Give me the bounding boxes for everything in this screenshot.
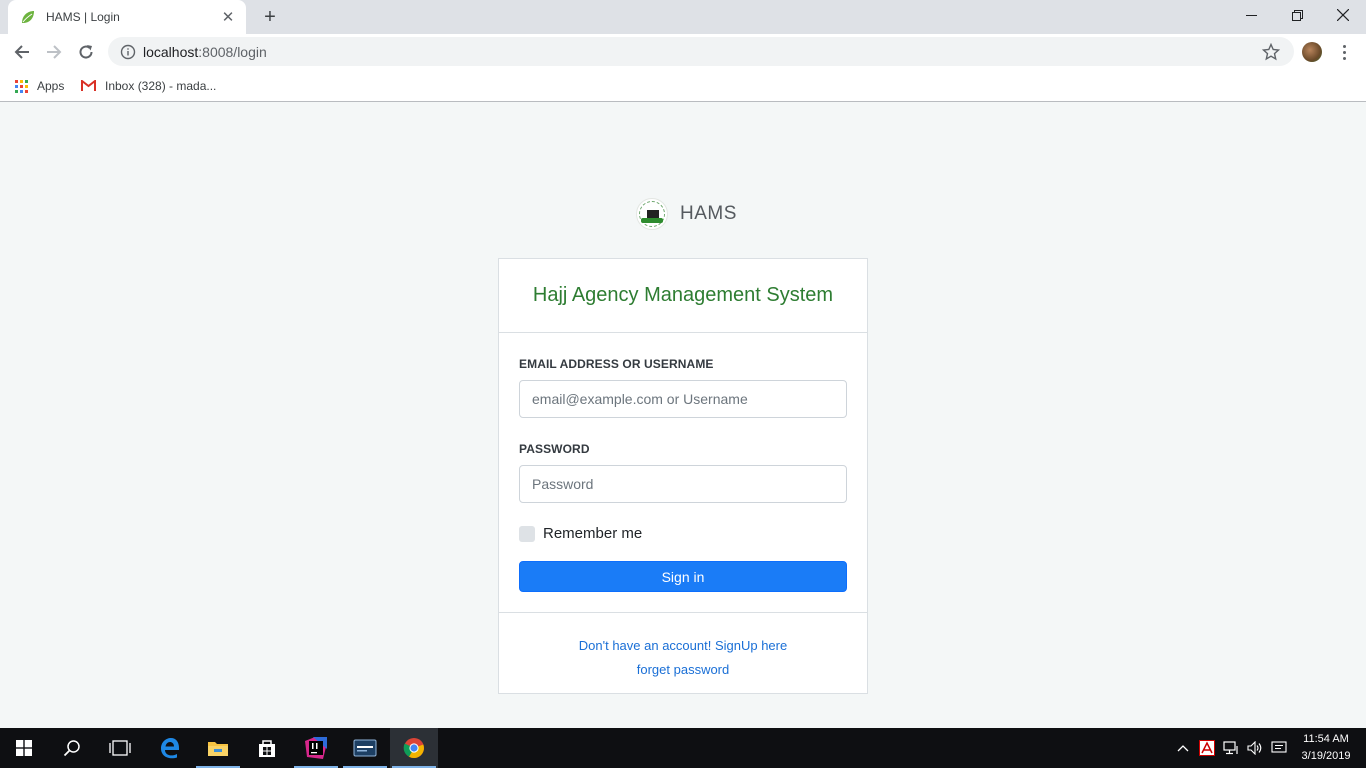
browser-toolbar: localhost:8008/login <box>0 34 1366 70</box>
password-label: PASSWORD <box>519 442 590 456</box>
edge-browser-icon[interactable] <box>146 728 194 768</box>
remember-me-checkbox[interactable]: Remember me <box>519 525 642 542</box>
profile-avatar[interactable] <box>1302 42 1322 62</box>
taskbar: 11:54 AM 3/19/2019 <box>0 728 1366 768</box>
new-tab-button[interactable]: + <box>258 6 282 28</box>
password-input[interactable] <box>519 465 847 503</box>
network-icon[interactable] <box>1222 728 1240 768</box>
gmail-icon <box>81 80 96 92</box>
tab-strip: HAMS | Login ✕ + <box>0 0 1366 34</box>
reload-icon[interactable] <box>72 38 100 66</box>
chevron-up-icon[interactable] <box>1174 728 1192 768</box>
browser-tab[interactable]: HAMS | Login ✕ <box>8 0 246 34</box>
mysql-workbench-icon[interactable] <box>341 728 389 768</box>
bookmark-label: Inbox (328) - mada... <box>105 79 217 93</box>
tab-title: HAMS | Login <box>46 10 120 24</box>
clock-date: 3/19/2019 <box>1301 750 1351 762</box>
card-header: Hajj Agency Management System <box>499 259 867 333</box>
email-label: EMAIL ADDRESS OR USERNAME <box>519 357 714 371</box>
apps-grid-icon <box>15 79 28 93</box>
close-window-icon[interactable] <box>1320 0 1366 30</box>
bookmark-inbox[interactable]: Inbox (328) - mada... <box>81 76 216 96</box>
forgot-password-link[interactable]: forget password <box>499 658 867 682</box>
email-input[interactable] <box>519 380 847 418</box>
forward-arrow-icon[interactable] <box>40 38 68 66</box>
card-footer: Don't have an account! SignUp here forge… <box>499 613 867 682</box>
bookmark-label: Apps <box>37 79 65 93</box>
menu-dots-icon[interactable] <box>1336 40 1352 64</box>
brand-name: HAMS <box>680 203 737 224</box>
system-clock[interactable]: 11:54 AM 3/19/2019 <box>1290 731 1362 765</box>
store-bag-icon[interactable] <box>243 728 291 768</box>
login-card: Hajj Agency Management System EMAIL ADDR… <box>498 258 868 694</box>
search-icon[interactable] <box>48 728 96 768</box>
address-bar[interactable]: localhost:8008/login <box>108 37 1294 66</box>
hams-logo <box>636 198 668 230</box>
bookmark-apps[interactable]: Apps <box>15 76 64 96</box>
brand-header: HAMS <box>636 198 737 230</box>
bookmarks-bar: Apps Inbox (328) - mada... <box>0 70 1366 102</box>
card-title: Hajj Agency Management System <box>532 284 834 306</box>
task-view-icon[interactable] <box>96 728 144 768</box>
signup-link[interactable]: Don't have an account! SignUp here <box>499 634 867 658</box>
intellij-idea-icon[interactable] <box>292 728 340 768</box>
notification-icon[interactable] <box>1270 728 1288 768</box>
login-form: EMAIL ADDRESS OR USERNAME PASSWORD Remem… <box>499 333 867 613</box>
checkbox-box[interactable] <box>519 525 535 542</box>
back-arrow-icon[interactable] <box>8 38 36 66</box>
url-path: :8008/login <box>198 43 267 60</box>
bookmark-star-icon[interactable] <box>1261 42 1281 61</box>
info-icon[interactable] <box>120 44 136 60</box>
acrobat-icon[interactable] <box>1198 728 1216 768</box>
file-explorer-icon[interactable] <box>194 728 242 768</box>
start-windows-icon[interactable] <box>0 728 48 768</box>
sign-in-button[interactable]: Sign in <box>519 561 847 592</box>
restore-icon[interactable] <box>1274 0 1320 30</box>
volume-icon[interactable] <box>1246 728 1264 768</box>
minimize-icon[interactable] <box>1228 0 1274 30</box>
spring-leaf-icon <box>20 9 36 25</box>
url-host: localhost <box>143 43 199 60</box>
remember-me-label: Remember me <box>543 525 643 542</box>
close-tab-icon[interactable]: ✕ <box>220 9 236 26</box>
clock-time: 11:54 AM <box>1303 733 1349 745</box>
chrome-icon[interactable] <box>390 728 438 768</box>
